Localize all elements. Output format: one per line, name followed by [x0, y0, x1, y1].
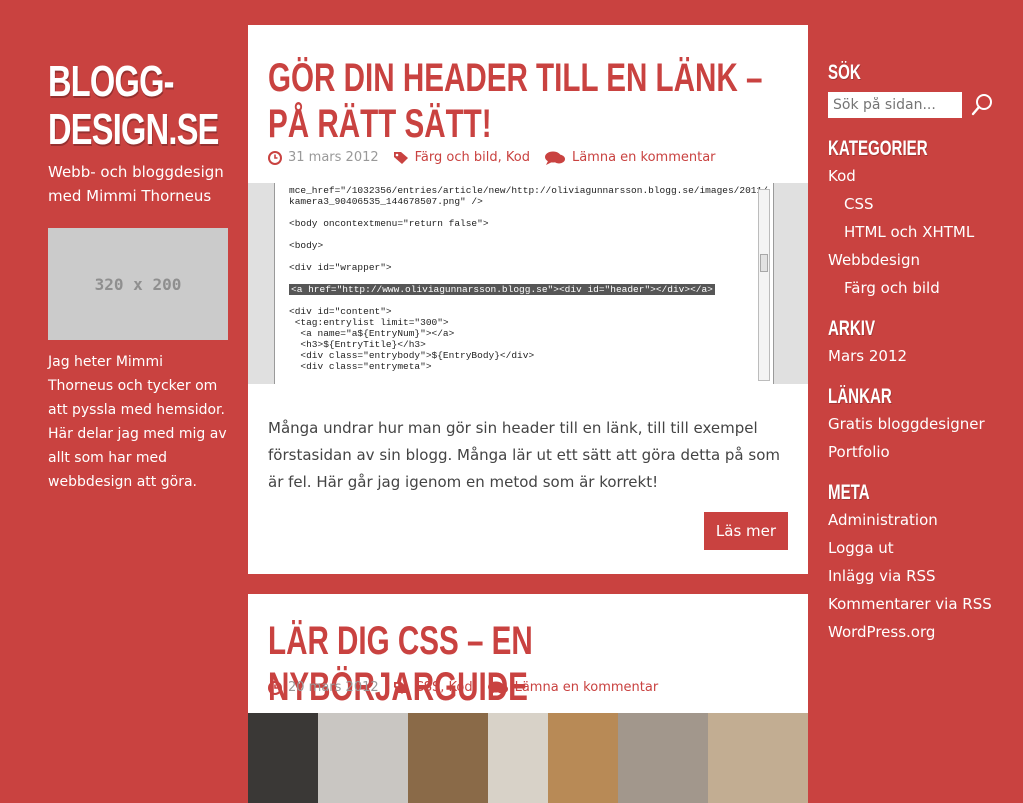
category-link[interactable]: Kod	[828, 162, 1018, 190]
about-text: Jag heter Mimmi Thorneus och tycker om a…	[48, 354, 227, 490]
archive-list: Mars 2012	[828, 342, 1018, 370]
links-widget: LÄNKAR Gratis bloggdesigner Portfolio	[828, 384, 1018, 466]
placeholder-image: 320 x 200	[48, 228, 228, 340]
post-meta: 20 mars 2012 CSS, Kod Lämna en kommentar	[268, 680, 658, 695]
read-more-button[interactable]: Läs mer	[704, 512, 788, 550]
comment-link[interactable]: Lämna en kommentar	[515, 680, 659, 695]
separator: ,	[440, 680, 449, 695]
photo-segment	[408, 713, 488, 803]
code-line: <div class="entrymeta">	[289, 361, 432, 372]
categories-widget: KATEGORIER Kod CSS HTML och XHTML Webbdesig…	[828, 136, 1018, 302]
post-featured-image[interactable]	[248, 713, 808, 803]
site-title-line2: DESIGN.SE	[48, 105, 219, 154]
code-line: <div class="entrybody">${EntryBody}</div…	[289, 350, 535, 361]
meta-link[interactable]: Kommentarer via RSS	[828, 590, 1018, 618]
code-line: kamera3_90406535_144678507.png" />	[289, 196, 483, 207]
separator: ,	[497, 150, 506, 165]
post-card: GÖR DIN HEADER TILL EN LÄNK – PÅ RÄTT SÄ…	[248, 25, 808, 574]
code-line: <a href="http://www.oliviagunnarsson.blo…	[289, 284, 715, 295]
meta-link[interactable]: Logga ut	[828, 534, 1018, 562]
category-link[interactable]: CSS	[415, 680, 441, 695]
code-scrollbar	[758, 189, 770, 381]
photo-segment	[548, 713, 618, 803]
category-link[interactable]: HTML och XHTML	[828, 218, 1018, 246]
categories-list: Kod CSS HTML och XHTML Webbdesign Färg och b…	[828, 162, 1018, 302]
site-tagline: Webb- och bloggdesign med Mimmi Thorneus	[48, 163, 224, 205]
post-excerpt: Många undrar hur man gör sin header till…	[268, 419, 780, 491]
comment-link[interactable]: Lämna en kommentar	[572, 150, 716, 165]
clock-icon	[268, 680, 282, 695]
post-date: 20 mars 2012	[288, 680, 379, 695]
category-link[interactable]: Kod	[449, 680, 473, 695]
meta-link[interactable]: Inlägg via RSS	[828, 562, 1018, 590]
widget-title: META	[828, 481, 870, 504]
code-line: <div id="content">	[289, 306, 392, 317]
search-widget: SÖK	[828, 60, 1018, 118]
comment-icon	[544, 151, 565, 165]
post-featured-image[interactable]: mce_href="/1032356/entries/article/new/h…	[248, 183, 808, 384]
post-date: 31 mars 2012	[288, 150, 379, 165]
widget-title: SÖK	[828, 61, 861, 84]
site-title-link[interactable]: BLOGG- DESIGN.SE	[48, 58, 240, 154]
photo-segment	[708, 713, 808, 803]
meta-list: Administration Logga ut Inlägg via RSS Komm…	[828, 506, 1018, 646]
post-title-link[interactable]: LÄR DIG CSS – EN NYBÖRJARGUIDE	[268, 618, 786, 710]
archive-link[interactable]: Mars 2012	[828, 342, 1018, 370]
photo-segment	[618, 713, 708, 803]
placeholder-label: 320 x 200	[94, 274, 182, 294]
search-input[interactable]	[828, 92, 962, 118]
left-column: BLOGG- DESIGN.SE Webb- och bloggdesign m…	[48, 58, 230, 494]
photo-segment	[318, 713, 408, 803]
post-meta: 31 mars 2012 Färg och bild, Kod Lämna en…	[268, 150, 716, 165]
sidebar-link[interactable]: Portfolio	[828, 438, 1018, 466]
sidebar-link[interactable]: Gratis bloggdesigner	[828, 410, 1018, 438]
category-link[interactable]: Kod	[506, 150, 530, 165]
photo-segment	[248, 713, 318, 803]
search-icon[interactable]	[970, 93, 994, 117]
comment-icon	[487, 681, 508, 695]
category-link[interactable]: Färg och bild	[828, 274, 1018, 302]
code-line: <div id="wrapper">	[289, 262, 392, 273]
post-card: LÄR DIG CSS – EN NYBÖRJARGUIDE 20 mars 2…	[248, 594, 808, 803]
code-lines: mce_href="/1032356/entries/article/new/h…	[289, 185, 768, 372]
code-line: <h3>${EntryTitle}</h3>	[289, 339, 426, 350]
code-line: <a name="a${EntryNum}"></a>	[289, 328, 455, 339]
code-line: <tag:entrylist limit="300">	[289, 317, 449, 328]
tag-icon	[393, 151, 408, 164]
category-link[interactable]: Webbdesign	[828, 246, 1018, 274]
meta-link[interactable]: Administration	[828, 506, 1018, 534]
clock-icon	[268, 150, 282, 165]
widget-title: KATEGORIER	[828, 137, 928, 160]
code-line: mce_href="/1032356/entries/article/new/h…	[289, 185, 768, 196]
category-link[interactable]: CSS	[828, 190, 1018, 218]
widget-title: ARKIV	[828, 317, 876, 340]
right-sidebar: SÖK KATEGORIER KodCSSHTML och XHTMLWebbd…	[828, 60, 1018, 660]
meta-link[interactable]: WordPress.org	[828, 618, 1018, 646]
code-line: <body>	[289, 240, 324, 251]
meta-widget: META Administration Logga ut Inlägg via RS…	[828, 480, 1018, 646]
widget-title: LÄNKAR	[828, 385, 892, 408]
tag-icon	[393, 681, 408, 694]
site-title-line1: BLOGG-	[48, 57, 175, 106]
photo-segment	[488, 713, 548, 803]
post-title-link[interactable]: GÖR DIN HEADER TILL EN LÄNK – PÅ RÄTT SÄ…	[268, 55, 786, 147]
code-screenshot: mce_href="/1032356/entries/article/new/h…	[274, 183, 774, 384]
category-link[interactable]: Färg och bild	[415, 150, 498, 165]
code-line: <body oncontextmenu="return false">	[289, 218, 489, 229]
archive-widget: ARKIV Mars 2012	[828, 316, 1018, 370]
links-list: Gratis bloggdesigner Portfolio	[828, 410, 1018, 466]
